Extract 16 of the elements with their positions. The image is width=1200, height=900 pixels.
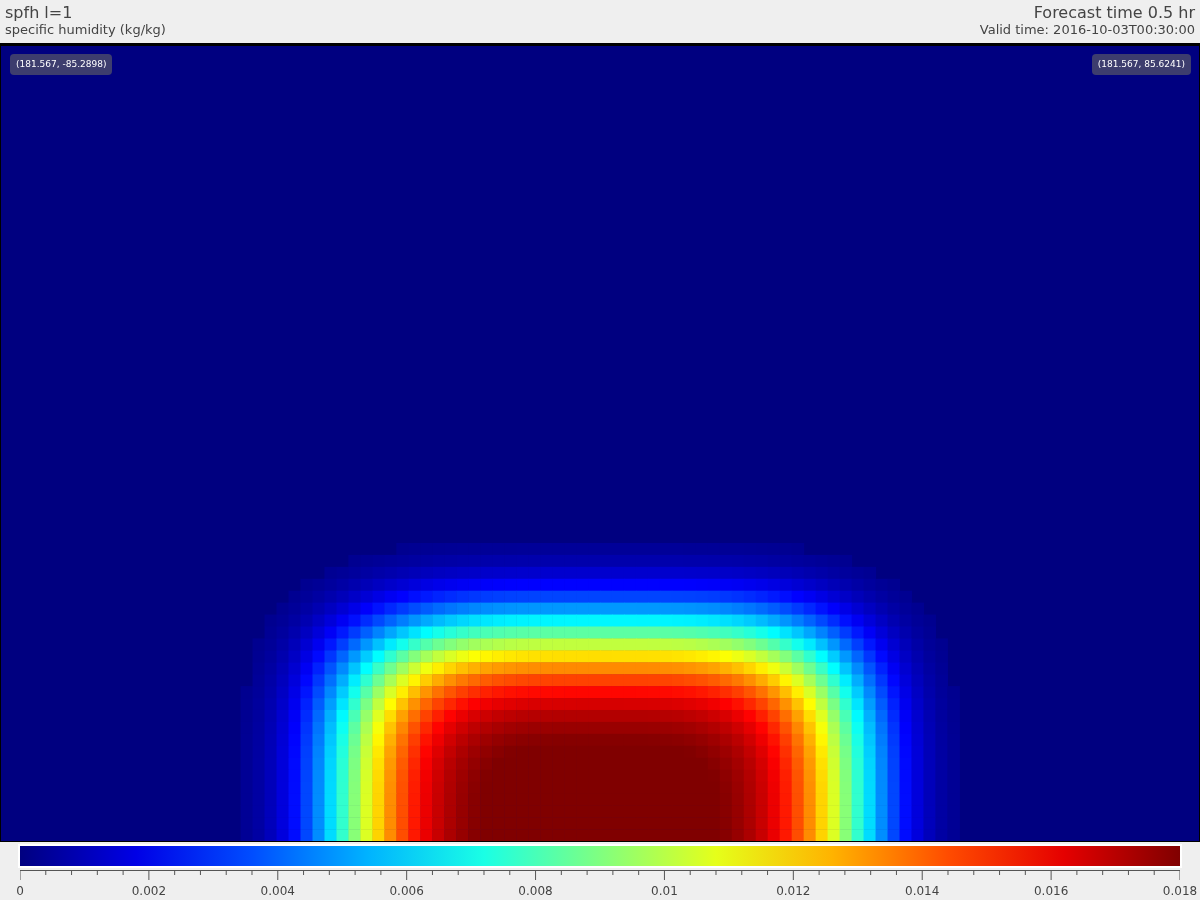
coordinate-label: (181.567, -85.2898) [10,53,113,76]
colorbar-tick-label: 0.016 [1033,883,1069,900]
colorbar-tick-label: 0 [16,883,24,900]
colorbar-tick-label: 0.004 [260,883,295,900]
coordinate-label: (181.567, 85.6241) [1091,53,1191,76]
valid-time: Valid time: 2016-10-03T00:30:00 [979,22,1195,38]
colorbar-tick-label: 0.006 [389,883,424,900]
variable-description: specific humidity (kg/kg) [5,22,166,38]
colorbar-tick-label: 0.014 [905,883,940,900]
variable-title: spfh l=1 [5,3,74,22]
colorbar-tick-label: 0.002 [131,883,167,900]
colorbar-tick-label: 0.01 [651,883,678,900]
colorbar-tick-label: 0.018 [1162,883,1198,900]
colorbar-tick-label: 0.008 [518,883,553,900]
forecast-time: Forecast time 0.5 hr [1033,3,1195,22]
colorbar-tick-label: 0.012 [776,883,811,900]
